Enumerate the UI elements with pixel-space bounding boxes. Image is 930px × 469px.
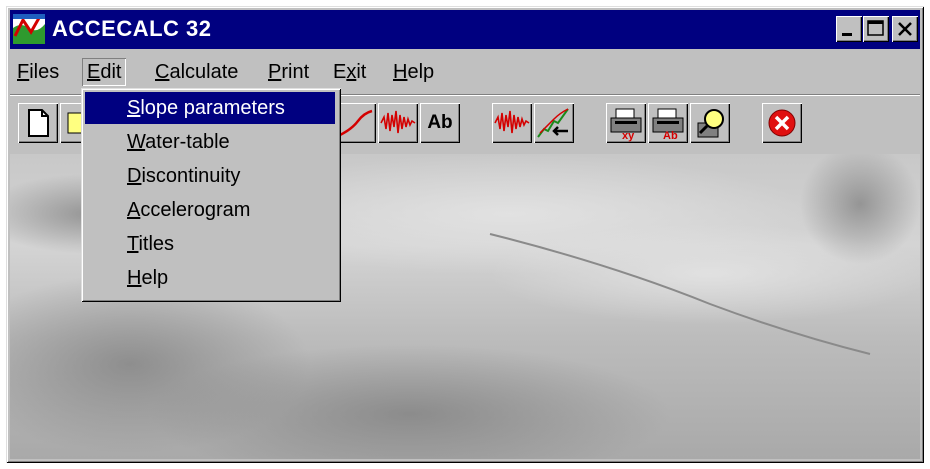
- slope-curve-icon: [339, 109, 373, 137]
- menu-item-help[interactable]: Help: [85, 262, 335, 294]
- print-preview-icon: [697, 109, 724, 138]
- exit-icon: [768, 109, 796, 137]
- minimize-button[interactable]: [836, 16, 862, 42]
- new-document-icon: [28, 109, 49, 137]
- print-xy-button[interactable]: xy: [606, 103, 646, 143]
- svg-text:Ab: Ab: [663, 130, 678, 142]
- print-titles-button[interactable]: Ab: [648, 103, 688, 143]
- app-logo-icon: [13, 14, 45, 44]
- menu-item-water-table[interactable]: Water-table: [85, 126, 335, 158]
- slope-arrow-button[interactable]: [534, 103, 574, 143]
- menu-exit[interactable]: Exit: [328, 58, 371, 86]
- print-ab-icon: Ab: [652, 108, 684, 142]
- maximize-icon: [867, 20, 884, 36]
- print-preview-button[interactable]: [690, 103, 730, 143]
- edit-dropdown-menu: Slope parameters Water-table Discontinui…: [81, 88, 341, 302]
- accelerogram-button[interactable]: [378, 103, 418, 143]
- accelerogram-edit-button[interactable]: [492, 103, 532, 143]
- new-button[interactable]: [18, 103, 58, 143]
- exit-button[interactable]: [762, 103, 802, 143]
- close-icon: [898, 22, 912, 36]
- menu-help[interactable]: Help: [388, 58, 439, 86]
- title-bar[interactable]: ACCECALC 32: [10, 10, 920, 49]
- menu-files[interactable]: Files: [12, 58, 64, 86]
- minimize-icon: [842, 33, 852, 36]
- titles-ab-icon: Ab: [427, 112, 453, 133]
- print-xy-icon: xy: [610, 108, 642, 142]
- window-title: ACCECALC 32: [52, 16, 212, 41]
- accelerogram-edit-icon: [494, 110, 530, 134]
- menu-edit[interactable]: Edit: [82, 58, 126, 86]
- menu-item-accelerogram[interactable]: Accelerogram: [85, 194, 335, 226]
- slope-arrow-icon: [537, 108, 569, 138]
- accelerogram-icon: [380, 110, 416, 134]
- menu-print[interactable]: Print: [263, 58, 314, 86]
- slope-button[interactable]: [336, 103, 376, 143]
- menu-calculate[interactable]: Calculate: [150, 58, 243, 86]
- menu-bar: Files Edit Calculate Print Exit Help: [10, 52, 920, 92]
- menu-item-discontinuity[interactable]: Discontinuity: [85, 160, 335, 192]
- maximize-button[interactable]: [863, 16, 889, 42]
- menu-item-titles[interactable]: Titles: [85, 228, 335, 260]
- titles-button[interactable]: Ab: [420, 103, 460, 143]
- menu-item-slope-parameters[interactable]: Slope parameters: [85, 92, 335, 124]
- close-button[interactable]: [892, 16, 918, 42]
- svg-text:xy: xy: [622, 130, 635, 142]
